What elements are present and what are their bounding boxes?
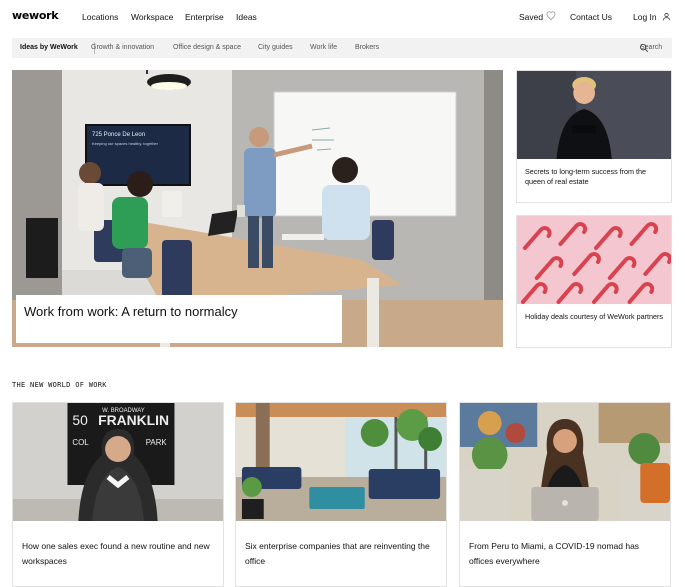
card-image-lounge bbox=[236, 403, 446, 521]
card-enterprise-companies[interactable]: Six enterprise companies that are reinve… bbox=[235, 402, 447, 587]
nav-ideas[interactable]: Ideas bbox=[236, 12, 257, 22]
card-sales-exec[interactable]: W. BROADWAY 50 FRANKLIN COL PARK How one… bbox=[12, 402, 224, 587]
sign-line-franklin: FRANKLIN bbox=[98, 412, 169, 428]
sign-line-col: COL bbox=[72, 438, 89, 447]
card-covid-nomad[interactable]: From Peru to Miami, a COVID-19 nomad has… bbox=[459, 402, 671, 587]
nav-saved[interactable]: Saved bbox=[519, 12, 543, 22]
card-image-franklin-sign: W. BROADWAY 50 FRANKLIN COL PARK bbox=[13, 403, 223, 521]
subnav-brokers[interactable]: Brokers bbox=[355, 44, 379, 51]
side-card-real-estate[interactable]: Secrets to long-term success from the qu… bbox=[516, 70, 672, 203]
card-title[interactable]: How one sales exec found a new routine a… bbox=[13, 521, 223, 569]
nav-login[interactable]: Log In bbox=[633, 12, 657, 22]
hero-title-box[interactable]: Work from work: A return to normalcy bbox=[16, 295, 342, 343]
section-heading: THE NEW WORLD OF WORK bbox=[12, 381, 107, 389]
user-icon[interactable] bbox=[662, 12, 671, 21]
side-card-holiday-deals[interactable]: Holiday deals courtesy of WeWork partner… bbox=[516, 215, 672, 348]
side-card-title[interactable]: Secrets to long-term success from the qu… bbox=[517, 159, 671, 195]
candy-cane-pattern-image bbox=[517, 216, 671, 304]
ideas-subnav: Ideas by WeWork Growth & innovation Offi… bbox=[12, 38, 672, 58]
subnav-search-label[interactable]: Search bbox=[640, 44, 662, 51]
sign-line-park: PARK bbox=[146, 438, 168, 447]
nav-enterprise[interactable]: Enterprise bbox=[185, 12, 224, 22]
subnav-work-life[interactable]: Work life bbox=[310, 44, 337, 51]
hero-screen-text: 725 Ponce De Leon bbox=[92, 132, 145, 138]
card-title[interactable]: From Peru to Miami, a COVID-19 nomad has… bbox=[460, 521, 670, 569]
top-navigation: wework Locations Workspace Enterprise Id… bbox=[0, 0, 685, 36]
heart-icon[interactable] bbox=[545, 9, 557, 21]
card-image-nomad bbox=[460, 403, 670, 521]
subnav-growth-innovation[interactable]: Growth & innovation bbox=[91, 44, 154, 51]
card-title[interactable]: Six enterprise companies that are reinve… bbox=[236, 521, 446, 569]
nav-locations[interactable]: Locations bbox=[82, 12, 118, 22]
nav-workspace[interactable]: Workspace bbox=[131, 12, 173, 22]
side-card-title[interactable]: Holiday deals courtesy of WeWork partner… bbox=[517, 304, 671, 330]
subnav-ideas-by-wework[interactable]: Ideas by WeWork bbox=[20, 44, 78, 51]
nav-contact-us[interactable]: Contact Us bbox=[570, 12, 612, 22]
wework-logo[interactable]: wework bbox=[12, 9, 59, 22]
side-card-image-portrait bbox=[517, 71, 671, 159]
sign-number: 50 bbox=[72, 412, 88, 428]
hero-title[interactable]: Work from work: A return to normalcy bbox=[24, 304, 238, 319]
hero-screen-subtext: Keeping our spaces healthy, together bbox=[92, 141, 159, 146]
subnav-city-guides[interactable]: City guides bbox=[258, 44, 293, 51]
subnav-office-design[interactable]: Office design & space bbox=[173, 44, 241, 51]
